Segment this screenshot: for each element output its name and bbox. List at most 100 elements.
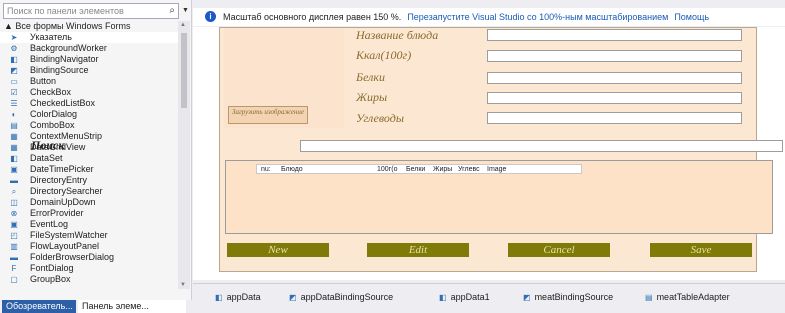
- toolbox-panel: Поиск по панели элементов ⌕ ▼ ▲ Все форм…: [0, 0, 192, 313]
- toolbox-list: ▲ Все формы Windows Forms ➤ Указатель ⚙ Bac…: [0, 21, 178, 289]
- tray-item-label: appData1: [450, 292, 490, 302]
- toolbox-item-label: DirectorySearcher: [30, 186, 103, 196]
- tray-item-meat-binding-source[interactable]: ◩ meatBindingSource: [523, 292, 613, 302]
- binding-navigator-icon: ◧: [10, 55, 18, 64]
- toolbox-item[interactable]: ◧ DataSet: [0, 153, 178, 164]
- toolbox-category[interactable]: ▲ Все формы Windows Forms: [0, 21, 178, 32]
- tray-item-label: appDataBindingSource: [300, 292, 394, 302]
- info-message-text: Масштаб основного дисплея равен 150 %.: [223, 12, 402, 22]
- carbs-input[interactable]: [487, 112, 742, 124]
- context-menu-icon: ▦: [10, 132, 18, 141]
- help-link[interactable]: Помощь: [674, 12, 709, 22]
- info-message: Масштаб основного дисплея равен 150 %. Пе…: [223, 12, 709, 22]
- label-dish-name: Название блюда: [356, 28, 439, 42]
- datetime-picker-icon: ▣: [10, 165, 18, 174]
- edit-button[interactable]: Edit: [367, 243, 469, 257]
- toolbox-item[interactable]: ▬ FolderBrowserDialog: [0, 252, 178, 263]
- search-icon[interactable]: ⌕: [169, 5, 175, 16]
- toolbox-search-placeholder: Поиск по панели элементов: [7, 6, 124, 16]
- binding-source-icon: ◩: [523, 293, 531, 302]
- file-system-watcher-icon: ◰: [10, 231, 18, 240]
- toolbox-item[interactable]: ➤ Указатель: [0, 32, 178, 43]
- chevron-down-icon[interactable]: ▼: [181, 3, 190, 19]
- grid-column-header[interactable]: nu:: [261, 165, 271, 174]
- domain-updown-icon: ◫: [10, 198, 18, 207]
- toolbox-item[interactable]: ▣ EventLog: [0, 219, 178, 230]
- toolbox-item[interactable]: ▤ ComboBox: [0, 120, 178, 131]
- toolbox-item-label: ColorDialog: [30, 109, 78, 119]
- tray-item-appdata[interactable]: ◧ appData: [215, 292, 261, 302]
- table-adapter-icon: ▤: [645, 293, 653, 302]
- toolbox-item[interactable]: ⚙ BackgroundWorker: [0, 43, 178, 54]
- data-grid-view[interactable]: nu: Блюдо 100г(о Белки Жиры Углевс Image: [225, 160, 773, 234]
- toolbox-item[interactable]: ◩ BindingSource: [0, 65, 178, 76]
- tab-toolbox[interactable]: Панель элеме...: [78, 300, 186, 313]
- toolbox-item-label: BindingSource: [30, 65, 89, 75]
- toolbox-item[interactable]: ☑ CheckBox: [0, 87, 178, 98]
- photo-panel[interactable]: Загрузить изображение: [224, 28, 344, 128]
- load-image-button[interactable]: Загрузить изображение: [228, 106, 308, 124]
- toolbox-item[interactable]: ▥ FlowLayoutPanel: [0, 241, 178, 252]
- new-button[interactable]: New: [227, 243, 329, 257]
- grid-column-header[interactable]: Блюдо: [281, 165, 303, 174]
- toolbox-item[interactable]: ▭ Button: [0, 76, 178, 87]
- binding-source-icon: ◩: [289, 293, 297, 302]
- combobox-icon: ▤: [10, 121, 18, 130]
- toolbox-item[interactable]: ▢ GroupBox: [0, 274, 178, 285]
- datagridview-icon: ▦: [10, 143, 18, 152]
- toolbox-scrollbar[interactable]: ▲ ▼: [178, 21, 190, 289]
- grid-column-header[interactable]: 100г(о: [377, 165, 397, 174]
- toolbox-item-label: BackgroundWorker: [30, 43, 107, 53]
- search-input[interactable]: [300, 140, 783, 152]
- proteins-input[interactable]: [487, 72, 742, 84]
- scrollbar-thumb[interactable]: [181, 33, 187, 108]
- toolbox-item[interactable]: ◫ DomainUpDown: [0, 197, 178, 208]
- grid-column-header[interactable]: Жиры: [433, 165, 452, 174]
- calories-input[interactable]: [487, 50, 742, 62]
- toolbox-item-label: FlowLayoutPanel: [30, 241, 100, 251]
- grid-column-header[interactable]: Углевс: [458, 165, 480, 174]
- tray-item-appdata1[interactable]: ◧ appData1: [439, 292, 490, 302]
- toolbox-item[interactable]: ◰ FileSystemWatcher: [0, 230, 178, 241]
- toolbox-item-label: FontDialog: [30, 263, 74, 273]
- fats-input[interactable]: [487, 92, 742, 104]
- dataset-icon: ◧: [215, 293, 223, 302]
- component-tray: ◧ appData ◩ appDataBindingSource ◧ appData1…: [193, 283, 785, 313]
- folder-browser-icon: ▬: [10, 253, 18, 262]
- grid-column-header[interactable]: Белки: [406, 165, 425, 174]
- tray-item-appdata-binding-source[interactable]: ◩ appDataBindingSource: [289, 292, 393, 302]
- toolbox-item[interactable]: ◐ ColorDialog: [0, 109, 178, 120]
- toolbox-item[interactable]: ▦ ContextMenuStrip: [0, 131, 178, 142]
- toolbox-item[interactable]: ⌕ DirectorySearcher: [0, 186, 178, 197]
- toolbox-item[interactable]: ▣ DateTimePicker: [0, 164, 178, 175]
- toolbox-search-input[interactable]: Поиск по панели элементов ⌕: [3, 3, 179, 19]
- dish-name-input[interactable]: [487, 29, 742, 41]
- toolbox-item[interactable]: ▬ DirectoryEntry: [0, 175, 178, 186]
- scroll-down-icon[interactable]: ▼: [180, 282, 186, 288]
- toolbox-item-label: Button: [30, 76, 57, 86]
- scroll-up-icon[interactable]: ▲: [180, 22, 186, 28]
- grid-column-header[interactable]: Image: [487, 165, 506, 174]
- toolbox-item[interactable]: ⊗ ErrorProvider: [0, 208, 178, 219]
- directory-searcher-icon: ⌕: [11, 187, 17, 196]
- binding-source-icon: ◩: [10, 66, 18, 75]
- dataset-icon: ◧: [10, 154, 18, 163]
- info-icon: i: [205, 11, 216, 22]
- label-carbs: Углеводы: [356, 111, 404, 125]
- toolbox-item-label: FolderBrowserDialog: [30, 252, 115, 262]
- toolbox-item-label: DataSet: [30, 153, 63, 163]
- toolbox-item[interactable]: ▦ DataGridView: [0, 142, 178, 153]
- checked-list-box-icon: ☰: [10, 99, 18, 108]
- background-worker-icon: ⚙: [10, 44, 18, 53]
- toolbox-item[interactable]: ☰ CheckedListBox: [0, 98, 178, 109]
- restart-link[interactable]: Перезапустите Visual Studio со 100%-ным …: [407, 12, 668, 22]
- label-calories: Ккал(100г): [356, 48, 412, 62]
- tray-item-meat-table-adapter[interactable]: ▤ meatTableAdapter: [645, 292, 730, 302]
- toolbox-item[interactable]: F FontDialog: [0, 263, 178, 274]
- tab-solution-explorer[interactable]: Обозреватель...: [2, 300, 76, 313]
- cancel-button[interactable]: Cancel: [508, 243, 610, 257]
- toolbox-item-label: CheckedListBox: [30, 98, 96, 108]
- save-button[interactable]: Save: [650, 243, 752, 257]
- toolbox-item[interactable]: ◧ BindingNavigator: [0, 54, 178, 65]
- toolbox-item-label: DirectoryEntry: [30, 175, 88, 185]
